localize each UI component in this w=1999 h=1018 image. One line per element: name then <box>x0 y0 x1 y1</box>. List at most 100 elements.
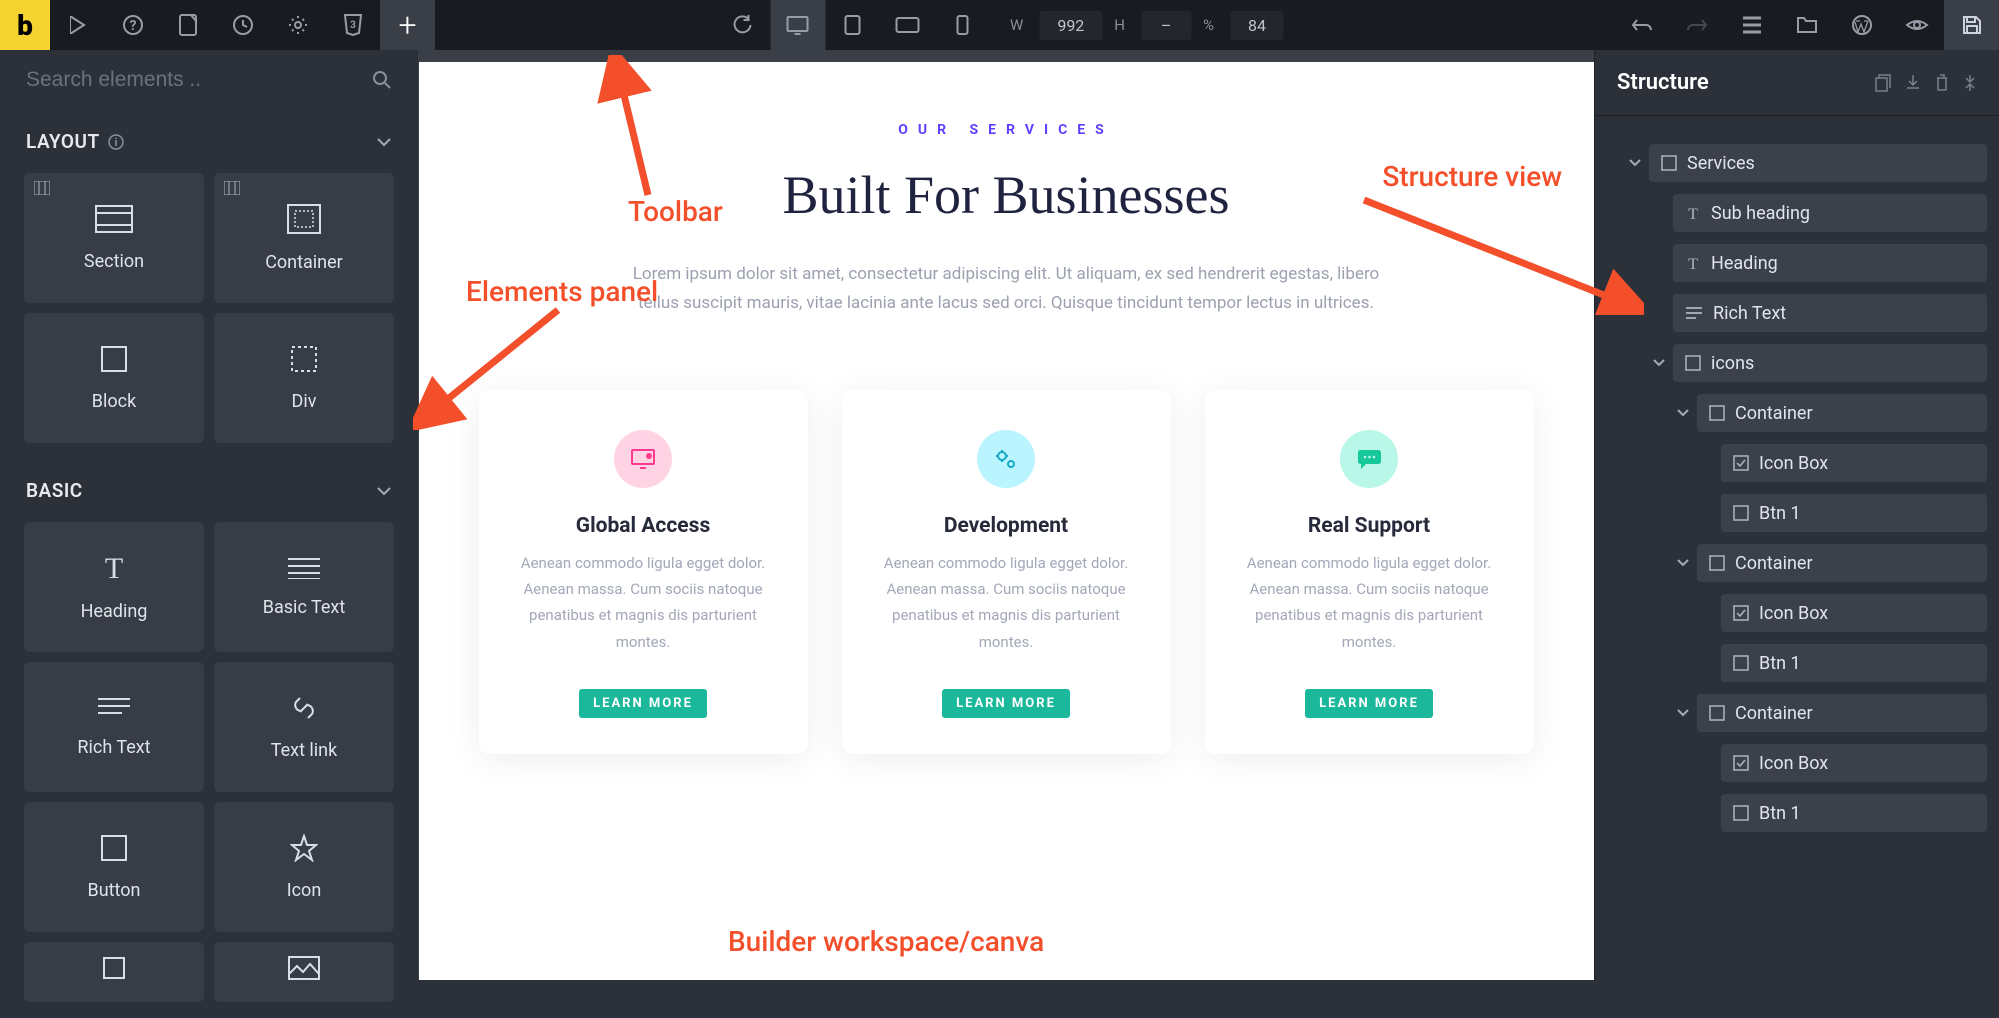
tree-node[interactable]: Container <box>1603 538 1999 588</box>
width-value[interactable]: 992 <box>1039 11 1102 40</box>
intro-paragraph[interactable]: Lorem ipsum dolor sit amet, consectetur … <box>616 260 1396 318</box>
tree-node[interactable]: icons <box>1603 338 1999 388</box>
list-view-icon[interactable] <box>1724 0 1779 50</box>
learn-more-button[interactable]: LEARN MORE <box>942 689 1070 718</box>
check-icon <box>1733 455 1749 471</box>
tablet-landscape-button[interactable] <box>880 0 935 50</box>
element-basic-text[interactable]: Basic Text <box>214 522 394 652</box>
search-input[interactable] <box>26 68 372 92</box>
square-icon <box>102 956 126 980</box>
tree-node[interactable]: T Sub heading <box>1603 188 1999 238</box>
page-icon[interactable] <box>160 0 215 50</box>
save-button[interactable] <box>1944 0 1999 50</box>
trash-icon[interactable] <box>1935 74 1949 92</box>
element-partial[interactable] <box>214 942 394 1002</box>
element-heading[interactable]: T Heading <box>24 522 204 652</box>
structure-header: Structure <box>1595 50 1999 116</box>
tree-node[interactable]: Btn 1 <box>1603 788 1999 838</box>
card-title: Real Support <box>1233 514 1506 538</box>
rich-text-icon <box>97 697 131 719</box>
element-button[interactable]: Button <box>24 802 204 932</box>
chevron-down-icon <box>1677 409 1697 417</box>
text-icon: T <box>1685 205 1701 221</box>
learn-more-button[interactable]: LEARN MORE <box>1305 689 1433 718</box>
basic-accordion[interactable]: BASIC <box>0 459 418 522</box>
check-icon <box>1733 605 1749 621</box>
gears-icon <box>977 430 1035 488</box>
copy-icon[interactable] <box>1875 74 1891 92</box>
tree-label: Sub heading <box>1711 203 1810 224</box>
box-icon <box>1733 655 1749 671</box>
collapse-icon[interactable] <box>1963 74 1977 92</box>
button-icon <box>100 834 128 862</box>
reload-icon[interactable] <box>715 0 770 50</box>
element-label: Div <box>292 391 317 412</box>
svg-text:3: 3 <box>350 20 356 31</box>
tree-node[interactable]: Rich Text <box>1603 288 1999 338</box>
tablet-portrait-button[interactable] <box>825 0 880 50</box>
mobile-view-button[interactable] <box>935 0 990 50</box>
tree-label: Container <box>1735 403 1813 424</box>
chevron-down-icon <box>1677 709 1697 717</box>
tree-label: Container <box>1735 703 1813 724</box>
tree-node[interactable]: Container <box>1603 388 1999 438</box>
service-card[interactable]: Real Support Aenean commodo ligula egget… <box>1205 390 1534 754</box>
container-icon <box>287 204 321 234</box>
image-icon <box>288 956 320 980</box>
folder-icon[interactable] <box>1779 0 1834 50</box>
service-card[interactable]: Global Access Aenean commodo ligula egge… <box>479 390 808 754</box>
tree-node[interactable]: T Heading <box>1603 238 1999 288</box>
element-label: Container <box>265 252 343 273</box>
svg-text:T: T <box>1688 206 1698 221</box>
redo-button[interactable] <box>1669 0 1724 50</box>
check-icon <box>1733 755 1749 771</box>
element-partial[interactable] <box>24 942 204 1002</box>
zoom-label: % <box>1203 16 1214 34</box>
app-logo[interactable]: b <box>0 0 50 50</box>
tree-node[interactable]: Btn 1 <box>1603 638 1999 688</box>
learn-more-button[interactable]: LEARN MORE <box>579 689 707 718</box>
settings-icon[interactable] <box>270 0 325 50</box>
tree-node[interactable]: Btn 1 <box>1603 488 1999 538</box>
tree-label: Btn 1 <box>1759 803 1801 824</box>
text-lines-icon <box>287 557 321 579</box>
element-icon[interactable]: Icon <box>214 802 394 932</box>
basic-title: BASIC <box>26 479 83 502</box>
tree-node[interactable]: Icon Box <box>1603 438 1999 488</box>
element-section[interactable]: Section <box>24 173 204 303</box>
desktop-view-button[interactable] <box>770 0 825 50</box>
card-text: Aenean commodo ligula egget dolor. Aenea… <box>870 550 1143 655</box>
height-value[interactable]: – <box>1141 11 1191 40</box>
preview-icon[interactable] <box>1889 0 1944 50</box>
element-rich-text[interactable]: Rich Text <box>24 662 204 792</box>
element-block[interactable]: Block <box>24 313 204 443</box>
chevron-down-icon <box>376 486 392 496</box>
help-icon[interactable]: ? <box>105 0 160 50</box>
undo-button[interactable] <box>1614 0 1669 50</box>
add-element-button[interactable]: + <box>380 0 435 50</box>
search-icon[interactable] <box>372 70 392 90</box>
tree-node[interactable]: Icon Box <box>1603 588 1999 638</box>
tree-node[interactable]: Container <box>1603 688 1999 738</box>
tree-label: Heading <box>1711 253 1778 274</box>
zoom-value[interactable]: 84 <box>1230 11 1284 40</box>
layout-accordion[interactable]: LAYOUT i <box>0 110 418 173</box>
element-div[interactable]: Div <box>214 313 394 443</box>
css-icon[interactable]: 3 <box>325 0 380 50</box>
download-icon[interactable] <box>1905 74 1921 92</box>
svg-text:?: ? <box>129 18 136 34</box>
columns-icon <box>224 181 240 195</box>
tree-node[interactable]: Services <box>1603 138 1999 188</box>
tree-node[interactable]: Icon Box <box>1603 738 1999 788</box>
wordpress-icon[interactable] <box>1834 0 1889 50</box>
element-container[interactable]: Container <box>214 173 394 303</box>
service-card[interactable]: Development Aenean commodo ligula egget … <box>842 390 1171 754</box>
box-icon <box>1733 805 1749 821</box>
element-label: Heading <box>81 601 148 622</box>
tree-label: Container <box>1735 553 1813 574</box>
svg-text:T: T <box>1688 256 1698 271</box>
element-label: Icon <box>287 880 322 901</box>
play-button[interactable] <box>50 0 105 50</box>
element-text-link[interactable]: Text link <box>214 662 394 792</box>
history-icon[interactable] <box>215 0 270 50</box>
